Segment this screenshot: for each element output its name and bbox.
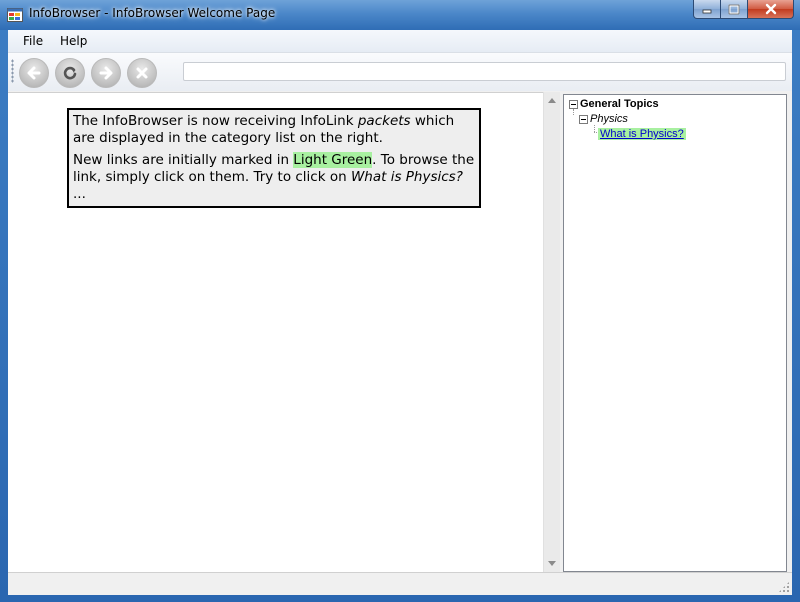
minimize-button[interactable]	[693, 0, 721, 19]
stop-button[interactable]	[127, 58, 157, 88]
minimize-icon	[702, 9, 712, 14]
welcome-paragraph-1: The InfoBrowser is now receiving InfoLin…	[73, 113, 475, 147]
collapse-icon[interactable]	[569, 100, 578, 109]
category-tree: General Topics Physics What is Physics?	[563, 94, 787, 572]
welcome-emphasis: packets	[357, 113, 411, 129]
forward-button[interactable]	[91, 58, 121, 88]
collapse-icon[interactable]	[579, 115, 588, 124]
app-window: InfoBrowser - InfoBrowser Welcome Page F…	[0, 0, 800, 602]
tree-link-what-is-physics[interactable]: What is Physics?	[598, 128, 686, 140]
close-button[interactable]	[748, 0, 794, 19]
light-green-highlight: Light Green	[293, 152, 373, 168]
app-icon	[7, 8, 23, 22]
resize-grip-icon[interactable]	[778, 581, 790, 593]
scroll-up-arrow-icon[interactable]	[548, 98, 556, 103]
arrow-right-icon	[99, 66, 113, 80]
window-title: InfoBrowser - InfoBrowser Welcome Page	[29, 6, 276, 20]
scroll-down-arrow-icon[interactable]	[548, 561, 556, 566]
tree-node-general-topics[interactable]: General Topics	[580, 98, 659, 110]
toolbar-grip[interactable]	[11, 59, 14, 83]
client-area: File Help The InfoBrowser is now receivi…	[8, 30, 792, 595]
browser-content: The InfoBrowser is now receiving InfoLin…	[8, 92, 543, 573]
toolbar	[8, 53, 792, 91]
status-bar	[8, 572, 792, 595]
welcome-emphasis: What is Physics?	[350, 169, 463, 185]
welcome-paragraph-2: New links are initially marked in Light …	[73, 152, 475, 203]
welcome-message: The InfoBrowser is now receiving InfoLin…	[67, 108, 481, 208]
title-bar[interactable]: InfoBrowser - InfoBrowser Welcome Page	[0, 0, 800, 30]
content-scrollbar[interactable]	[543, 92, 560, 572]
refresh-icon	[63, 66, 77, 80]
tree-line	[573, 109, 574, 115]
welcome-text: The InfoBrowser is now receiving InfoLin…	[73, 113, 358, 129]
tree-node-physics[interactable]: Physics	[590, 113, 628, 125]
welcome-text: New links are initially marked in	[73, 152, 294, 168]
maximize-icon	[728, 4, 740, 14]
welcome-text: ...	[73, 186, 86, 202]
menu-help[interactable]: Help	[60, 34, 87, 48]
menu-bar: File Help	[8, 30, 792, 53]
close-x-icon	[136, 67, 148, 79]
tree-line	[594, 125, 595, 132]
maximize-button[interactable]	[721, 0, 748, 19]
address-input[interactable]	[183, 62, 786, 81]
close-icon	[765, 3, 776, 15]
arrow-left-icon	[27, 66, 41, 80]
caption-buttons	[693, 0, 794, 20]
back-button[interactable]	[19, 58, 49, 88]
refresh-button[interactable]	[55, 58, 85, 88]
menu-file[interactable]: File	[23, 34, 43, 48]
